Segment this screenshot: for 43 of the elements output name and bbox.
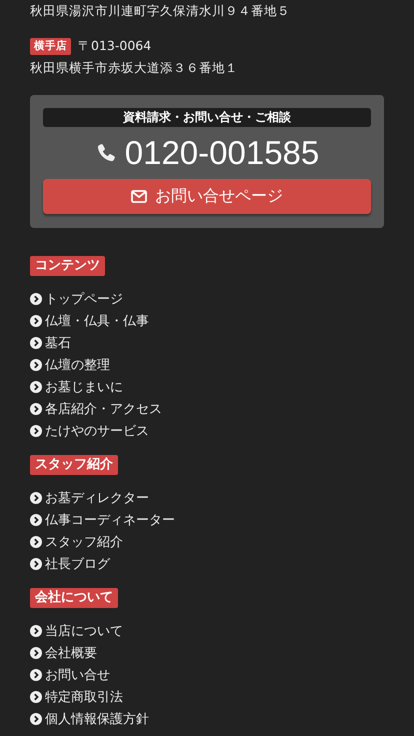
- section-heading: 会社について: [30, 588, 118, 608]
- chevron-circle-icon: [30, 647, 42, 659]
- nav-link[interactable]: 社長ブログ: [45, 555, 110, 573]
- chevron-circle-icon: [30, 536, 42, 548]
- contact-heading: 資料請求・お問い合せ・ご相談: [43, 108, 371, 127]
- postal-code: 〒013-0064: [78, 38, 152, 55]
- chevron-circle-icon: [30, 669, 42, 681]
- chevron-circle-icon: [30, 425, 42, 437]
- phone-number[interactable]: 0120-001585: [124, 133, 320, 173]
- nav-link[interactable]: スタッフ紹介: [45, 533, 123, 551]
- chevron-circle-icon: [30, 625, 42, 637]
- chevron-circle-icon: [30, 315, 42, 327]
- nav-link[interactable]: 仏壇の整理: [45, 356, 110, 374]
- contact-button[interactable]: お問い合せページ: [43, 179, 371, 214]
- nav-link[interactable]: お墓じまいに: [45, 378, 123, 396]
- chevron-circle-icon: [30, 293, 42, 305]
- nav-link[interactable]: 特定商取引法: [45, 688, 123, 706]
- chevron-circle-icon: [30, 691, 42, 703]
- nav-link[interactable]: トップページ: [45, 290, 123, 308]
- nav-link[interactable]: お墓ディレクター: [45, 489, 149, 507]
- nav-link[interactable]: お問い合せ: [45, 666, 110, 684]
- chevron-circle-icon: [30, 403, 42, 415]
- chevron-circle-icon: [30, 558, 42, 570]
- store-tag: 横手店: [30, 38, 71, 55]
- nav-link[interactable]: たけやのサービス: [45, 422, 149, 440]
- chevron-circle-icon: [30, 713, 42, 725]
- address-text: 秋田県横手市赤坂大道添３６番地１: [30, 59, 239, 77]
- nav-link[interactable]: 仏壇・仏具・仏事: [45, 312, 149, 330]
- nav-link[interactable]: 当店について: [45, 622, 123, 640]
- nav-link[interactable]: 個人情報保護方針: [45, 710, 149, 728]
- section-heading: コンテンツ: [30, 256, 105, 276]
- envelope-icon: [131, 190, 147, 203]
- address-text: 秋田県湯沢市川連町字久保清水川９４番地５: [30, 2, 291, 20]
- chevron-circle-icon: [30, 381, 42, 393]
- chevron-circle-icon: [30, 514, 42, 526]
- chevron-circle-icon: [30, 337, 42, 349]
- nav-link[interactable]: 仏事コーディネーター: [45, 511, 175, 529]
- section-heading: スタッフ紹介: [30, 455, 118, 475]
- nav-link[interactable]: 各店紹介・アクセス: [45, 400, 162, 418]
- nav-link[interactable]: 会社概要: [45, 644, 97, 662]
- chevron-circle-icon: [30, 492, 42, 504]
- chevron-circle-icon: [30, 359, 42, 371]
- nav-link[interactable]: 墓石: [45, 334, 71, 352]
